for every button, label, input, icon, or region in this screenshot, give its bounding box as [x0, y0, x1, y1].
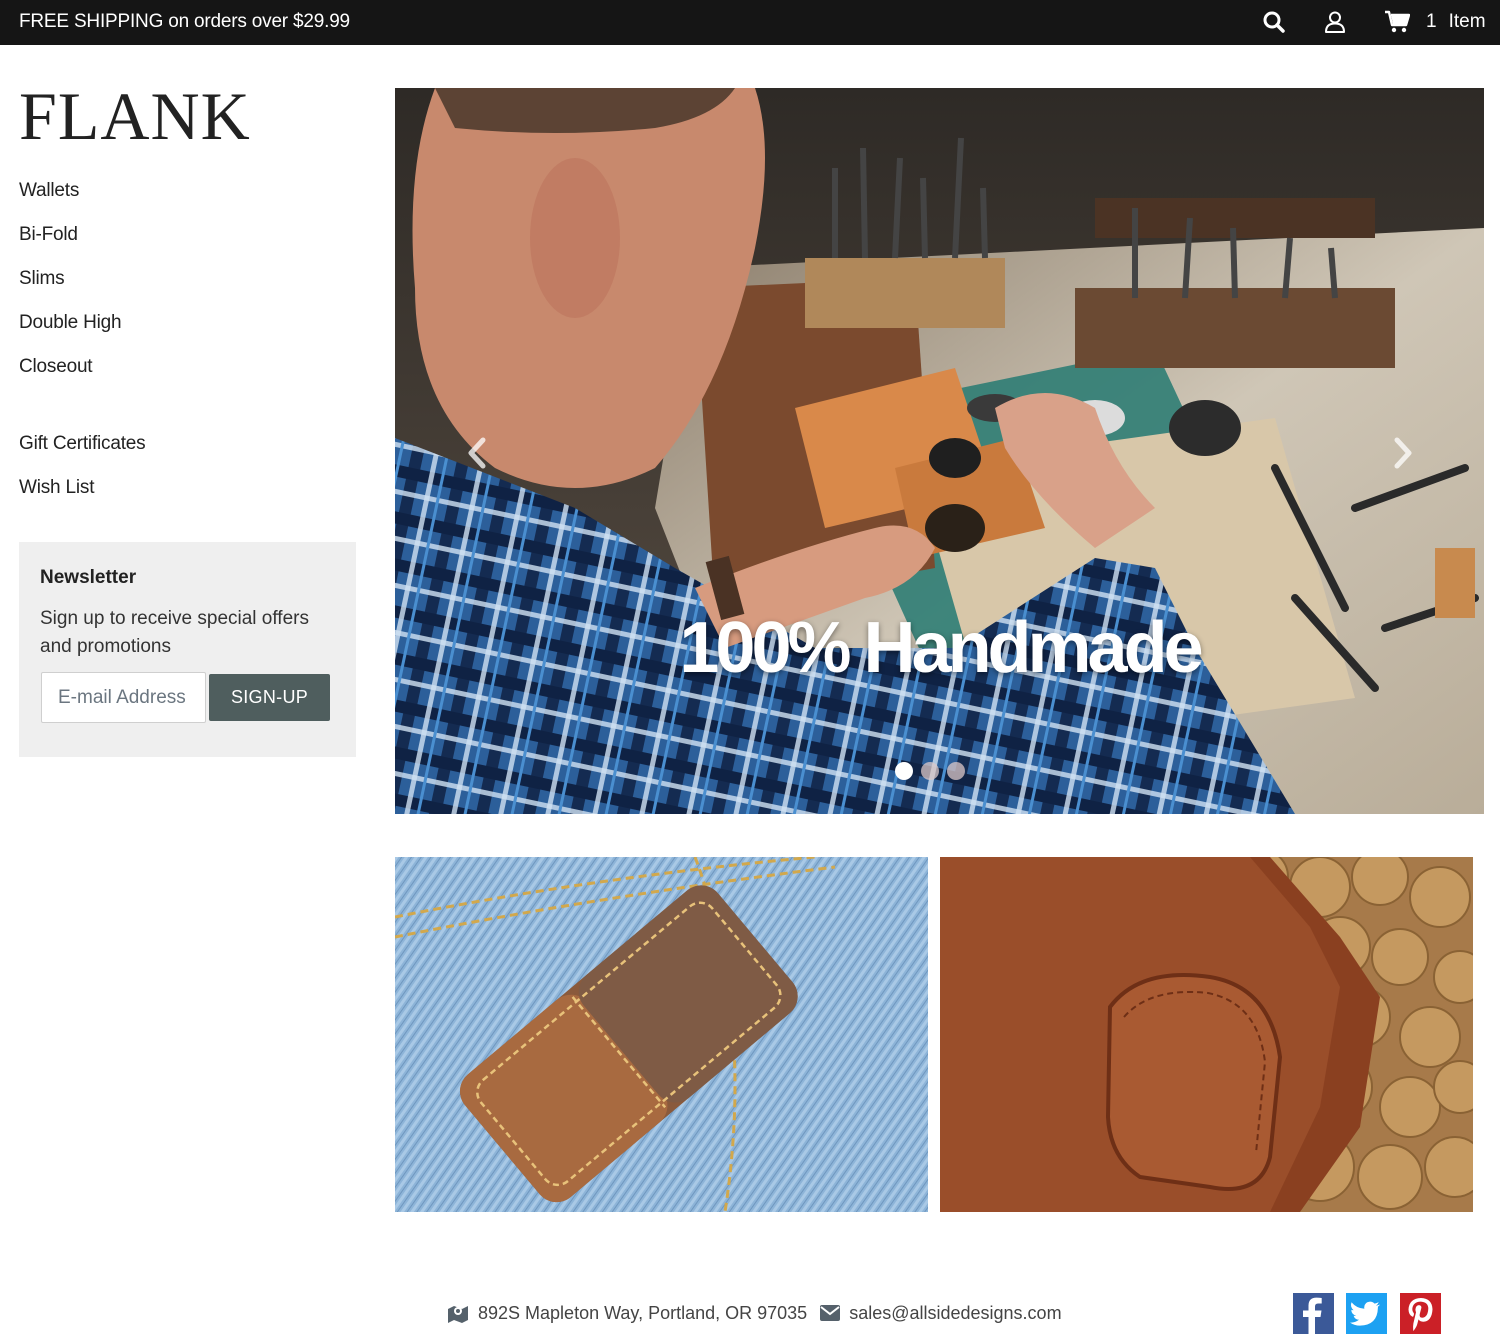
- cart-icon: [1385, 10, 1410, 33]
- envelope-icon: [820, 1305, 841, 1321]
- footer-email[interactable]: sales@allsidedesigns.com: [849, 1303, 1061, 1324]
- store-logo[interactable]: FLANK: [19, 82, 251, 150]
- hero-carousel[interactable]: 100% Handmade: [395, 88, 1484, 814]
- promo-tile-coins-wallet[interactable]: [940, 857, 1473, 1212]
- twitter-icon[interactable]: [1346, 1293, 1387, 1334]
- signup-button[interactable]: SIGN-UP: [209, 674, 330, 721]
- footer-contact: 892S Mapleton Way, Portland, OR 97035 sa…: [447, 1300, 1062, 1326]
- newsletter-description: Sign up to receive special offers and pr…: [40, 608, 309, 657]
- newsletter-panel: Newsletter Sign up to receive special of…: [19, 542, 356, 757]
- free-shipping-banner: FREE SHIPPING on orders over $29.99: [19, 11, 350, 32]
- promo-tile-jeans-wallet[interactable]: [395, 857, 928, 1212]
- newsletter-title: Newsletter: [40, 567, 137, 588]
- hero-workshop-photo: [395, 88, 1484, 814]
- nav-item-wallets[interactable]: Wallets: [19, 178, 121, 222]
- nav-item-double-high[interactable]: Double High: [19, 310, 122, 354]
- carousel-dots: [895, 762, 965, 780]
- leather-wallet-on-coins-photo: [940, 857, 1473, 1212]
- nav-item-gift-certificates[interactable]: Gift Certificates: [19, 431, 146, 475]
- pinterest-icon[interactable]: [1400, 1293, 1441, 1334]
- nav-item-slims[interactable]: Slims: [19, 266, 121, 310]
- nav-item-closeout[interactable]: Closeout: [19, 354, 121, 398]
- facebook-icon[interactable]: [1293, 1293, 1334, 1334]
- chevron-left-icon[interactable]: [463, 436, 493, 470]
- carousel-dot-3[interactable]: [947, 762, 965, 780]
- hero-caption: 100% Handmade: [679, 608, 1203, 688]
- cart-label: Item: [1448, 11, 1486, 32]
- nav-item-bi-fold[interactable]: Bi-Fold: [19, 222, 121, 266]
- cart-button[interactable]: 1 Item: [1385, 9, 1486, 35]
- carousel-dot-2[interactable]: [921, 762, 939, 780]
- nav-item-wish-list[interactable]: Wish List: [19, 475, 145, 519]
- wallet-in-jeans-pocket-photo: [395, 857, 928, 1212]
- cart-count: 1: [1426, 11, 1437, 32]
- search-icon[interactable]: [1262, 10, 1286, 34]
- user-icon[interactable]: [1323, 10, 1347, 34]
- chevron-right-icon[interactable]: [1387, 436, 1417, 470]
- email-input[interactable]: [41, 672, 206, 723]
- top-bar: FREE SHIPPING on orders over $29.99 1 It…: [0, 0, 1500, 45]
- category-nav: Wallets Bi-Fold Slims Double High Closeo…: [19, 178, 122, 398]
- carousel-dot-1[interactable]: [895, 762, 913, 780]
- map-icon: [448, 1306, 468, 1323]
- utility-nav: Gift Certificates Wish List: [19, 431, 146, 519]
- footer-address: 892S Mapleton Way, Portland, OR 97035: [478, 1302, 808, 1323]
